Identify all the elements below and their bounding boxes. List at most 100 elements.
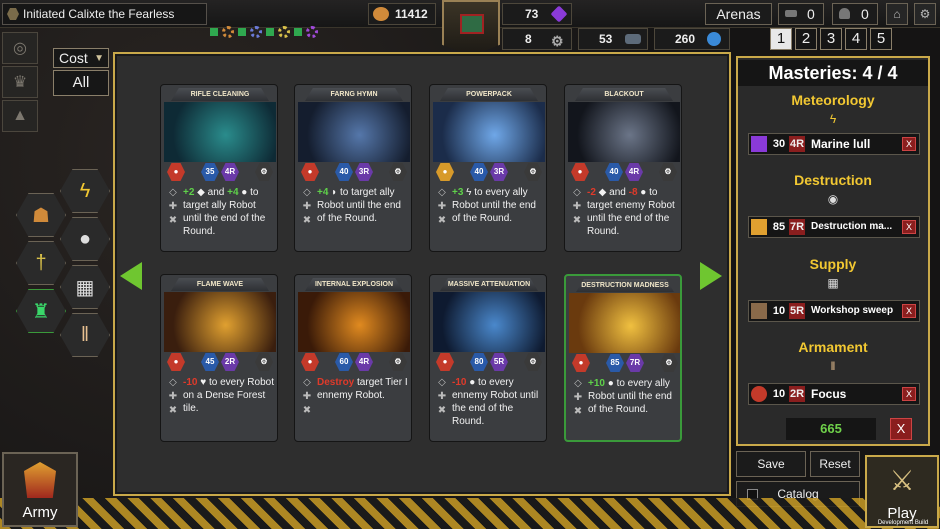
card[interactable]: Flame wave ● 45 2R ⚙ ◇ ✚ ✖ -10 ♥ to every Robot … — [160, 274, 278, 442]
card-rank-badge: 2R — [221, 353, 239, 371]
card[interactable]: Rifle cleaning ● 35 4R ⚙ ◇ ✚ ✖ +2 ◆ and +4 ● to … — [160, 84, 278, 252]
card-rank-badge: 4R — [221, 163, 239, 181]
weapon-category-button[interactable]: † — [16, 241, 66, 285]
card-gear-icon: ⚙ — [524, 353, 542, 371]
mastery-slot[interactable]: 30 4R Marine lull X — [748, 133, 920, 155]
chest-button[interactable] — [442, 0, 500, 56]
mastery-cost: 10 — [772, 305, 786, 317]
supply-category-button[interactable]: ▦ — [60, 265, 110, 309]
slot-indicator — [266, 28, 274, 36]
card-name: Flame wave — [171, 278, 269, 291]
card-gear-icon: ⚙ — [255, 353, 273, 371]
mastery-cost: 30 — [772, 138, 786, 150]
masteries-panel: Masteries: 4 / 4 Meteorology ϟ 30 4R Mar… — [736, 56, 930, 446]
ore-counter: 53 — [578, 28, 648, 50]
remove-mastery-button[interactable]: X — [902, 220, 916, 234]
home-icon: ⌂ — [893, 7, 901, 21]
mastery-slot[interactable]: 85 7R Destruction ma... X — [748, 216, 920, 238]
crown-filter-button[interactable]: ♛ — [2, 66, 38, 98]
target-filter-button[interactable]: ◎ — [2, 32, 38, 64]
card[interactable]: Destruction madness ● 85 7R ⚙ ◇ ✚ ✖ +10 ● to eve… — [564, 274, 682, 442]
card-art — [298, 102, 410, 162]
crown-icon: ♛ — [12, 74, 28, 91]
move-icon: ✚ — [572, 201, 582, 212]
card-text-segment: +3 — [452, 187, 464, 198]
crystal-value: 73 — [525, 7, 539, 21]
settings-button[interactable]: ⚙ — [914, 3, 936, 25]
remove-mastery-button[interactable]: X — [902, 304, 916, 318]
target-icon: ◇ — [169, 377, 177, 388]
card[interactable]: Powerpack ● 40 3R ⚙ ◇ ✚ ✖ +3 ϟ to every ally Rob… — [429, 84, 547, 252]
arena-stat-1: 0 — [778, 3, 824, 25]
mastery-label: Destruction ma... — [811, 221, 893, 232]
page-button-5[interactable]: 5 — [870, 28, 892, 50]
bomb-icon: ● — [78, 227, 92, 250]
ore-icon — [625, 34, 641, 44]
hazard-stripe — [0, 498, 940, 529]
armament-category-button[interactable]: ‖ — [60, 313, 110, 357]
card-type-icon: ● — [167, 163, 185, 181]
cross-icon: ✖ — [572, 215, 582, 226]
arenas-button[interactable]: Arenas — [705, 3, 772, 25]
home-button[interactable]: ⌂ — [886, 3, 908, 25]
page-button-1[interactable]: 1 — [770, 28, 792, 50]
card-cost-badge: 40 — [470, 163, 488, 181]
card-type-icon: ● — [436, 353, 454, 371]
clear-masteries-button[interactable]: X — [890, 418, 912, 440]
move-icon: ✚ — [437, 391, 447, 402]
remove-mastery-button[interactable]: X — [902, 137, 916, 151]
gear-icon: ⚙ — [551, 33, 564, 49]
card-text-segment: -8 — [628, 187, 638, 198]
card-name: Rifle cleaning — [171, 88, 269, 101]
card-description: -10 ● to every ennemy Robot until the en… — [452, 376, 544, 428]
army-button[interactable]: Army — [2, 452, 78, 527]
gear-icon: ⚙ — [919, 7, 931, 21]
mountain-icon: ▲ — [12, 107, 28, 124]
gold-value: 11412 — [395, 7, 428, 21]
card[interactable]: Blackout ● 40 4R ⚙ ◇ ✚ ✖ -2 ◆ and -8 ● to target… — [564, 84, 682, 252]
card-art — [569, 293, 680, 353]
filter-all-button[interactable]: All — [53, 70, 109, 96]
card-stats: ● 40 3R ⚙ — [295, 161, 411, 185]
cross-icon: ✖ — [437, 215, 447, 226]
meteorology-category-button[interactable]: ϟ — [60, 169, 110, 213]
sort-dropdown[interactable]: Cost ▼ — [53, 48, 109, 68]
bullets-icon: ‖ — [830, 359, 836, 373]
card-description: -2 ◆ and -8 ● to target enemy Robot unti… — [587, 186, 679, 238]
card-rank-badge: 3R — [490, 163, 508, 181]
card[interactable]: Internal explosion ● 60 4R ⚙ ◇ ✚ ✖ Destroy targe… — [294, 274, 412, 442]
card-description: +3 ϟ to every ally Robot until the end o… — [452, 186, 544, 225]
remove-mastery-button[interactable]: X — [902, 387, 916, 401]
destruction-category-button[interactable]: ● — [60, 217, 110, 261]
tower-category-button[interactable]: ♜ — [16, 289, 66, 333]
page-button-3[interactable]: 3 — [820, 28, 842, 50]
mastery-slot[interactable]: 10 5R Workshop sweep X — [748, 300, 920, 322]
card-gear-icon: ⚙ — [389, 163, 407, 181]
card-text-segment: ◆ and — [194, 187, 228, 198]
card-art — [164, 102, 276, 162]
save-button[interactable]: Save — [736, 451, 806, 477]
card-gear-icon: ⚙ — [524, 163, 542, 181]
card-thumbnail — [751, 303, 767, 319]
play-button[interactable]: ⚔ Play Development Build — [865, 455, 939, 528]
next-page-arrow[interactable] — [700, 262, 722, 290]
arena-stat-2: 0 — [832, 3, 878, 25]
card-type-icon: ● — [572, 354, 590, 372]
robot-category-button[interactable]: ☗ — [16, 193, 66, 237]
tower-icon: ♜ — [32, 300, 50, 323]
mastery-category-title: Supply — [809, 256, 857, 272]
page-button-4[interactable]: 4 — [845, 28, 867, 50]
gold-counter: 11412 — [368, 3, 436, 25]
card-rank-badge: 3R — [355, 163, 373, 181]
card-text-segment: ϟ to every ally Robot until the end of t… — [452, 187, 536, 224]
card-thumbnail — [751, 136, 767, 152]
mastery-slot[interactable]: 10 2R Focus X — [748, 383, 920, 405]
card-gear-icon: ⚙ — [659, 163, 677, 181]
page-button-2[interactable]: 2 — [795, 28, 817, 50]
reset-button[interactable]: Reset — [810, 451, 860, 477]
terrain-filter-button[interactable]: ▲ — [2, 100, 38, 132]
card[interactable]: Farng hymn ● 40 3R ⚙ ◇ ✚ ✖ +4 ◗ to target ally R… — [294, 84, 412, 252]
sort-label: Cost — [59, 50, 88, 66]
prev-page-arrow[interactable] — [120, 262, 142, 290]
card[interactable]: Massive attenuation ● 80 5R ⚙ ◇ ✚ ✖ -10 ● to eve… — [429, 274, 547, 442]
